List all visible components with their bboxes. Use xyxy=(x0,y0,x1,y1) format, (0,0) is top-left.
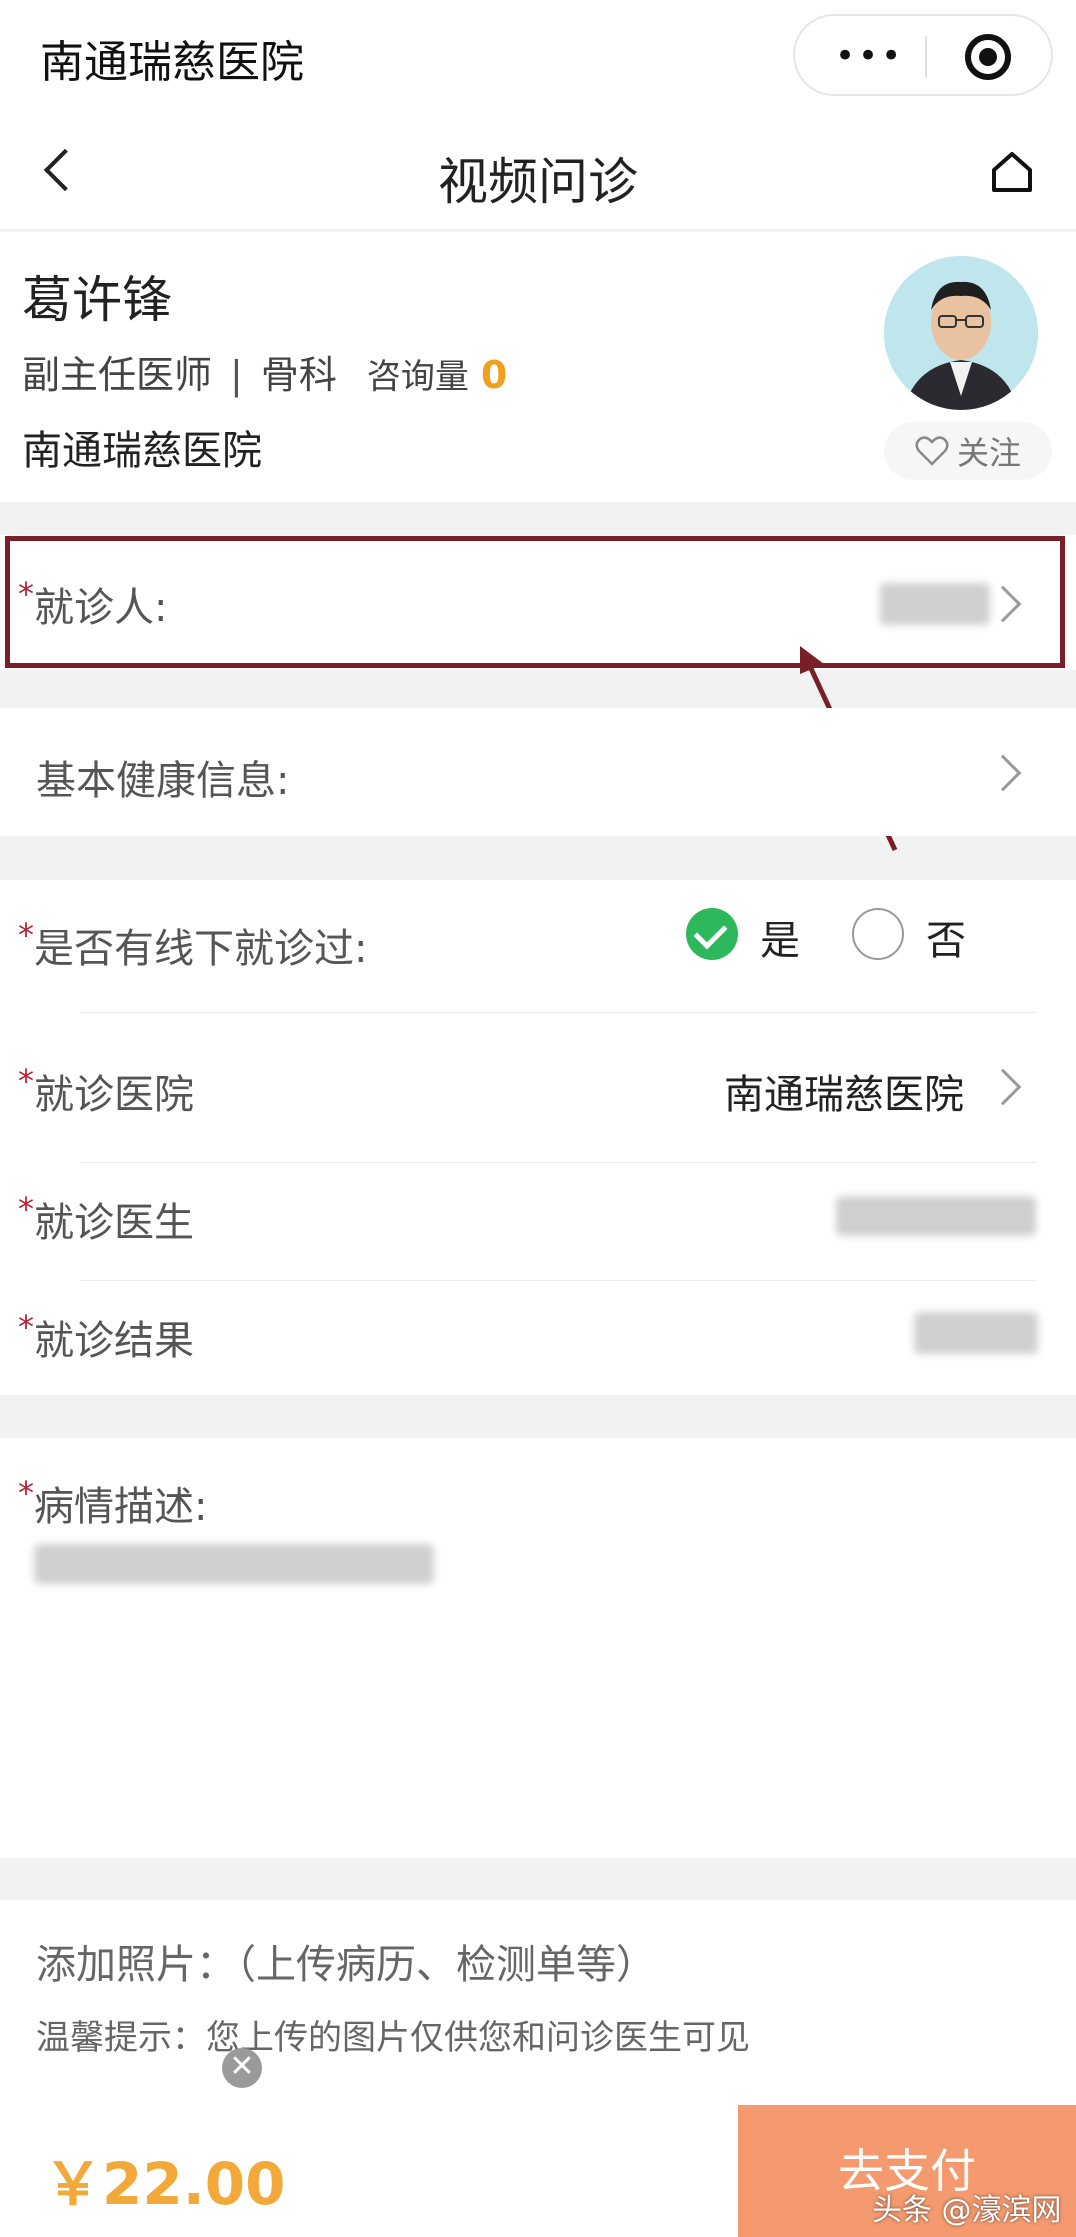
capsule-divider xyxy=(925,36,927,78)
description-label: *病情描述: xyxy=(18,1474,207,1532)
required-mark: * xyxy=(18,1308,34,1346)
visit-info-block: *是否有线下就诊过: 是 否 *就诊医院 南通瑞慈医院 *就诊医生 *就诊结果 xyxy=(0,880,1076,1395)
doctor-name: 葛许锋 xyxy=(22,271,172,329)
visit-result-label-text: 就诊结果 xyxy=(34,1318,194,1364)
visit-hospital-label: *就诊医院 xyxy=(18,1062,194,1120)
mini-program-bar: 南通瑞慈医院 ••• xyxy=(0,0,1076,110)
doctor-card: 葛许锋 副主任医师 | 骨科 咨询量 0 南通瑞慈医院 关注 xyxy=(0,232,1076,502)
avatar xyxy=(884,256,1038,410)
consult-count: 0 xyxy=(480,353,508,397)
divider xyxy=(80,1280,1036,1281)
chevron-right-icon[interactable] xyxy=(984,585,1022,623)
radio-no[interactable] xyxy=(852,908,904,960)
visit-doctor-value-blurred[interactable] xyxy=(836,1196,1036,1236)
visit-doctor-label: *就诊医生 xyxy=(18,1190,194,1248)
chevron-right-icon[interactable] xyxy=(984,754,1022,792)
photo-tip: 温馨提示：您上传的图片仅供您和问诊医生可见 xyxy=(36,2018,750,2058)
visit-doctor-label-text: 就诊医生 xyxy=(34,1200,194,1246)
visit-hospital-label-text: 就诊医院 xyxy=(34,1072,194,1118)
photo-title: 添加照片：（上传病历、检测单等） xyxy=(36,1942,656,1988)
nav-bar: 视频问诊 xyxy=(0,110,1076,230)
page-title: 视频问诊 xyxy=(438,153,638,211)
follow-button[interactable]: 关注 xyxy=(884,422,1052,480)
description-block[interactable]: *病情描述: xyxy=(0,1438,1076,1858)
offline-label: *是否有线下就诊过: xyxy=(18,916,367,974)
meta-separator: | xyxy=(230,353,243,397)
patient-label-text: 就诊人: xyxy=(34,585,168,631)
watermark: 头条 @濠滨网 xyxy=(872,2193,1062,2228)
required-mark: * xyxy=(18,575,34,613)
doctor-department: 骨科 xyxy=(260,353,337,397)
required-mark: * xyxy=(18,1474,34,1512)
target-icon[interactable] xyxy=(965,34,1011,80)
description-label-text: 病情描述: xyxy=(34,1484,208,1530)
required-mark: * xyxy=(18,1062,34,1100)
app-title: 南通瑞慈医院 xyxy=(40,37,304,88)
doctor-hospital: 南通瑞慈医院 xyxy=(22,428,262,474)
chevron-right-icon[interactable] xyxy=(984,1068,1022,1106)
radio-yes-label[interactable]: 是 xyxy=(760,908,800,966)
patient-name-blurred xyxy=(880,583,990,625)
required-mark: * xyxy=(18,916,34,954)
patient-label: *就诊人: xyxy=(18,575,167,633)
health-info-row[interactable]: 基本健康信息: xyxy=(0,708,1076,836)
patient-row[interactable]: *就诊人: xyxy=(0,535,1076,670)
visit-result-label: *就诊结果 xyxy=(18,1308,194,1366)
price: ￥22.00 xyxy=(44,2150,286,2218)
capsule-menu[interactable]: ••• xyxy=(793,14,1053,96)
visit-result-value-blurred[interactable] xyxy=(914,1312,1038,1354)
page: 南通瑞慈医院 ••• 视频问诊 葛许锋 副主任医师 | 骨科 咨询量 0 南通瑞慈医院 xyxy=(0,0,1076,2237)
heart-icon xyxy=(915,436,949,466)
offline-label-text: 是否有线下就诊过: xyxy=(34,926,368,972)
doctor-title: 副主任医师 xyxy=(22,353,213,397)
more-dots-icon[interactable]: ••• xyxy=(835,36,904,76)
radio-yes[interactable] xyxy=(686,908,738,960)
radio-no-label[interactable]: 否 xyxy=(926,908,966,966)
divider xyxy=(80,1012,1036,1013)
description-text-blurred[interactable] xyxy=(34,1544,434,1584)
doctor-meta: 副主任医师 | 骨科 咨询量 0 xyxy=(22,344,507,399)
required-mark: * xyxy=(18,1190,34,1228)
home-icon[interactable] xyxy=(990,150,1034,194)
follow-label: 关注 xyxy=(956,434,1021,472)
visit-hospital-value[interactable]: 南通瑞慈医院 xyxy=(724,1062,964,1120)
close-icon[interactable]: ✕ xyxy=(222,2048,262,2088)
divider xyxy=(80,1162,1036,1163)
health-label: 基本健康信息: xyxy=(36,758,290,804)
consult-label: 咨询量 xyxy=(366,357,469,397)
